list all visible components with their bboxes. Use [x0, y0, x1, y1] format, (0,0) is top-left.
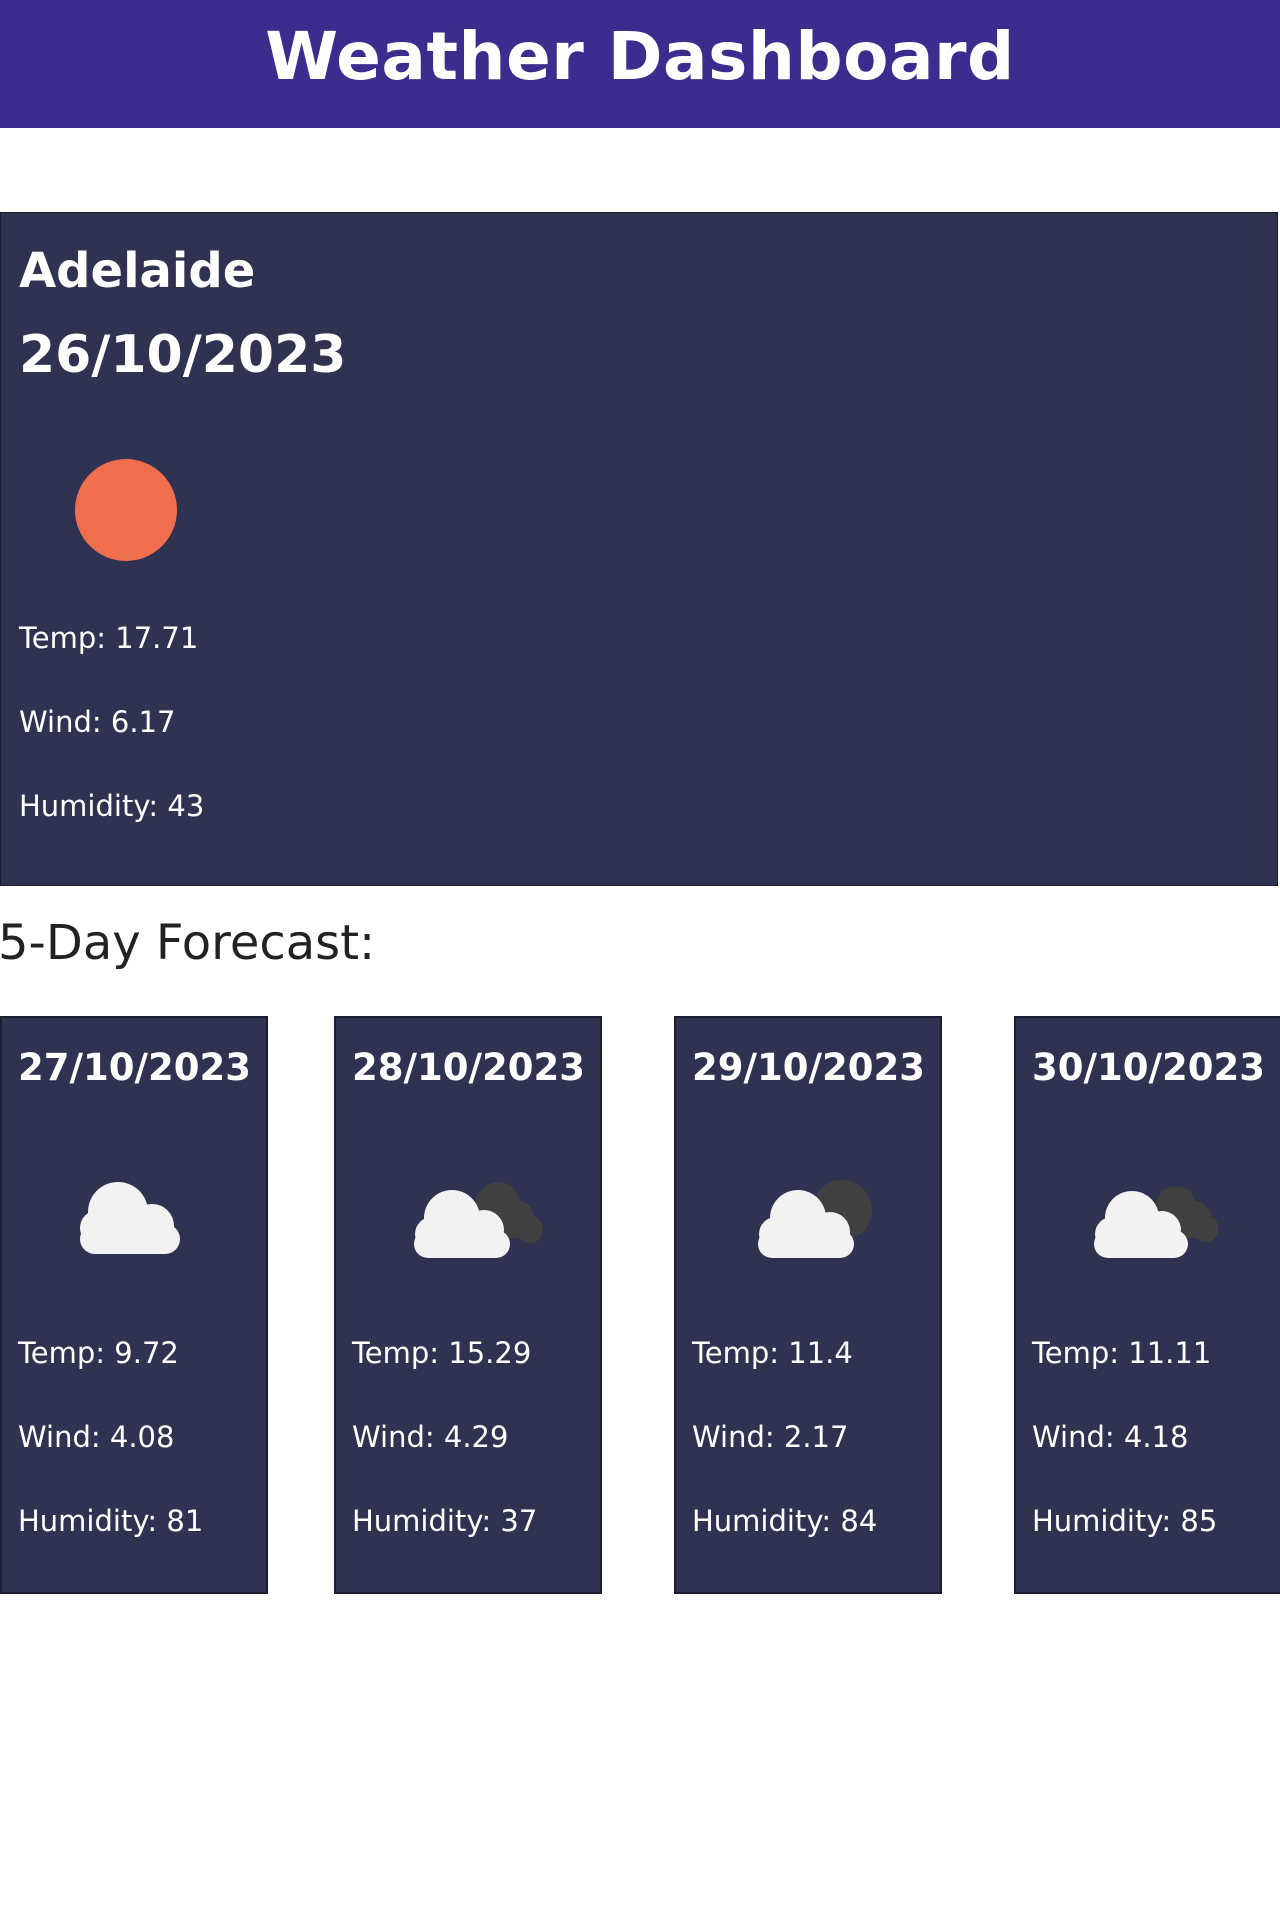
- page-title: Weather Dashboard: [265, 17, 1015, 95]
- forecast-date: 29/10/2023: [692, 1046, 925, 1089]
- broken-clouds-icon: [414, 1182, 543, 1258]
- current-temp: Temp: 17.71: [19, 621, 199, 655]
- forecast-humidity: Humidity: 37: [352, 1504, 538, 1538]
- forecast-humidity: Humidity: 85: [1032, 1504, 1218, 1538]
- forecast-humidity: Humidity: 84: [692, 1504, 878, 1538]
- current-weather-card: Adelaide 26/10/2023 Temp: 17.71 Wind: 6.…: [0, 212, 1278, 886]
- forecast-temp: Temp: 15.29: [352, 1336, 532, 1370]
- forecast-date: 30/10/2023: [1032, 1046, 1265, 1089]
- forecast-title: 5-Day Forecast:: [0, 915, 376, 971]
- forecast-temp: Temp: 11.11: [1032, 1336, 1212, 1370]
- forecast-wind: Wind: 2.17: [692, 1420, 849, 1454]
- city-name: Adelaide: [19, 243, 256, 299]
- current-humidity: Humidity: 43: [19, 789, 205, 823]
- forecast-card: 27/10/2023 Temp: 9.72 Wind: 4.08 Humidit…: [0, 1016, 268, 1594]
- forecast-temp: Temp: 11.4: [692, 1336, 853, 1370]
- current-date: 26/10/2023: [19, 325, 347, 385]
- forecast-wind: Wind: 4.08: [18, 1420, 175, 1454]
- forecast-humidity: Humidity: 81: [18, 1504, 204, 1538]
- forecast-date: 28/10/2023: [352, 1046, 585, 1089]
- forecast-temp: Temp: 9.72: [18, 1336, 179, 1370]
- sun-icon: [75, 459, 177, 561]
- forecast-wind: Wind: 4.29: [352, 1420, 509, 1454]
- header-bar: Weather Dashboard: [0, 0, 1280, 128]
- forecast-card: 28/10/2023 Temp: 15.29 Wind: 4.29 Humidi…: [334, 1016, 602, 1594]
- forecast-wind: Wind: 4.18: [1032, 1420, 1189, 1454]
- forecast-card: 30/10/2023 Temp: 11.11 Wind: 4.18 Humidi…: [1014, 1016, 1280, 1594]
- current-wind: Wind: 6.17: [19, 705, 176, 739]
- cloud-with-dark-sun-icon: [758, 1180, 872, 1258]
- forecast-card: 29/10/2023 Temp: 11.4 Wind: 2.17 Humidit…: [674, 1016, 942, 1594]
- broken-clouds-icon: [1094, 1186, 1218, 1258]
- cloud-icon: [80, 1182, 180, 1254]
- forecast-date: 27/10/2023: [18, 1046, 251, 1089]
